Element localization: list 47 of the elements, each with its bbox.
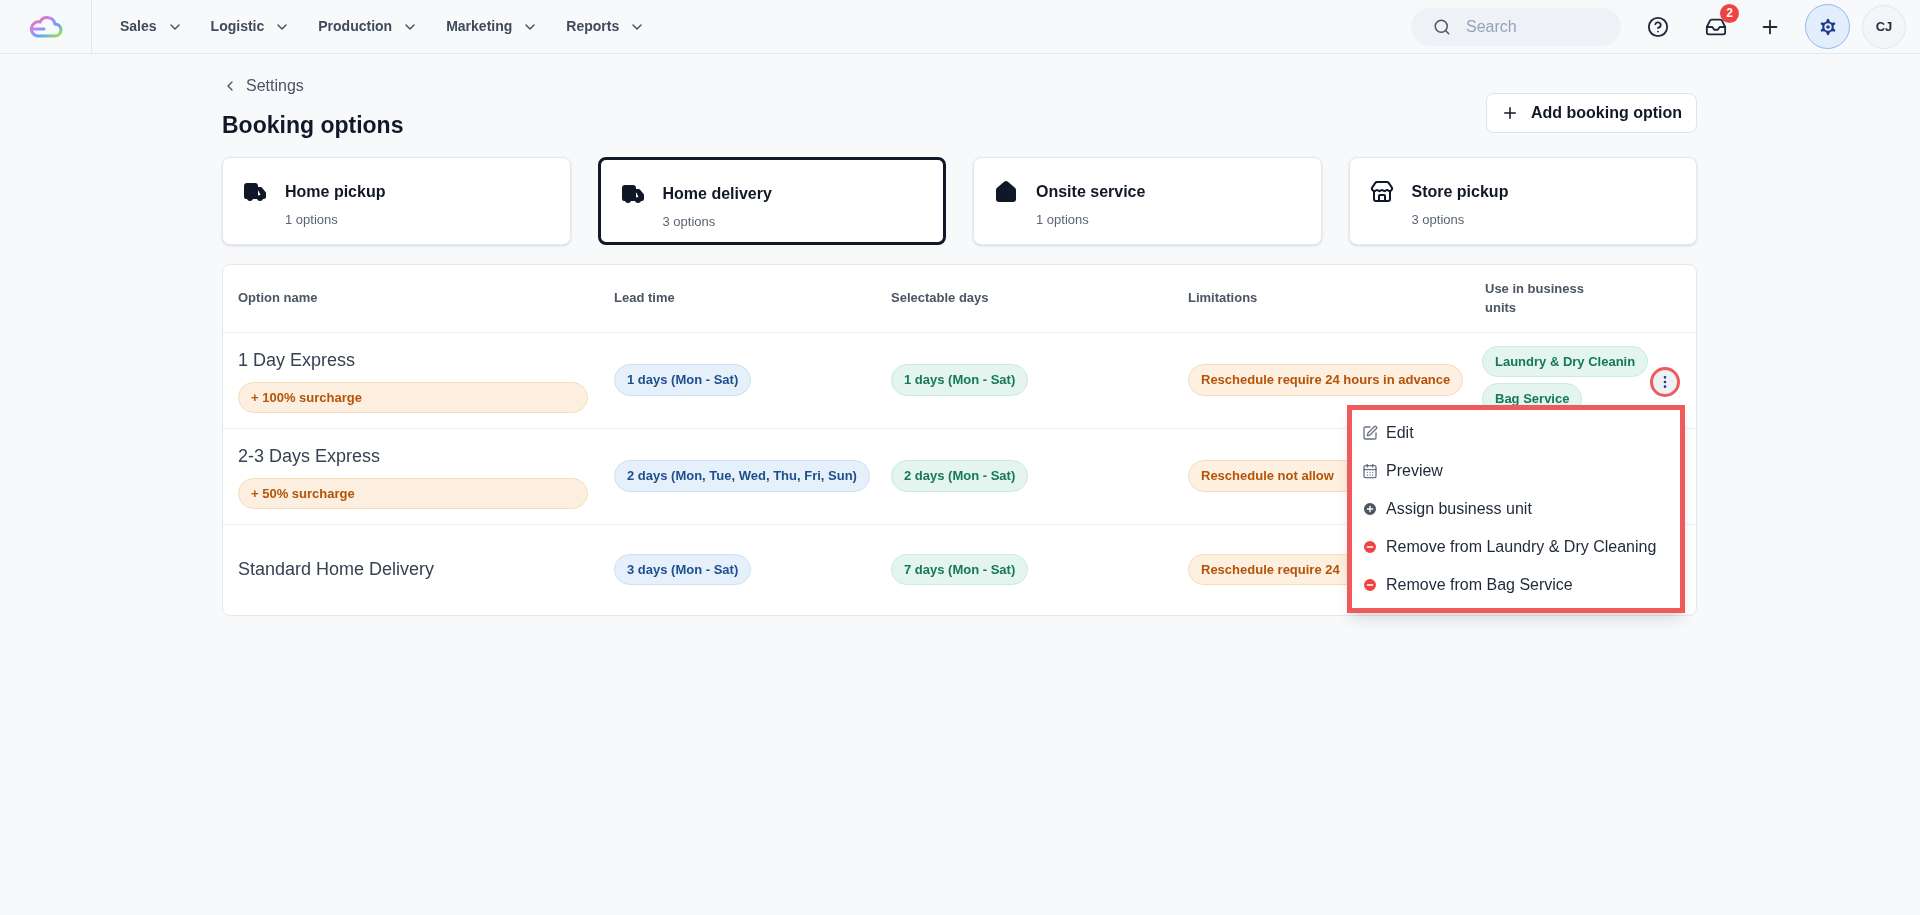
cloud-logo-icon[interactable] [27, 13, 64, 40]
search-icon [1433, 17, 1451, 36]
column-header: Lead time [613, 289, 676, 308]
selectable-days-tag: 7 days (Mon - Sat) [891, 553, 1029, 586]
menu-item[interactable]: Assign business unit [1352, 489, 1680, 528]
booking-type-card[interactable]: Onsite service 1 options [973, 156, 1322, 245]
column-header: Use in business units [1484, 279, 1585, 317]
lead-time-tag: 3 days (Mon - Sat) [614, 553, 752, 586]
booking-type-card[interactable]: Store pickup 3 options [1348, 156, 1697, 245]
user-avatar[interactable]: CJ [1862, 4, 1906, 49]
edit-icon [1362, 424, 1378, 441]
search-field[interactable]: Search [1411, 7, 1621, 46]
house-icon [994, 179, 1018, 204]
settings-button[interactable] [1805, 4, 1850, 49]
booking-type-card[interactable]: Home pickup 1 options [222, 156, 571, 245]
surcharge-tag: + 50% surcharge [238, 477, 588, 510]
page-title: Booking options [222, 111, 404, 140]
column-header: Selectable days [890, 289, 990, 308]
more-options-button[interactable] [1650, 366, 1680, 397]
store-icon [1369, 179, 1394, 204]
selectable-days-tag: 1 days (Mon - Sat) [891, 364, 1029, 396]
surcharge-tag: + 100% surcharge [238, 381, 588, 414]
calendar-icon [1362, 462, 1378, 479]
menu-item[interactable]: Edit [1352, 413, 1680, 452]
lead-time-tag: 1 days (Mon - Sat) [614, 364, 752, 396]
nav-menu[interactable]: Production [318, 16, 419, 37]
nav-menu[interactable]: Sales [120, 16, 183, 37]
nav-menu[interactable]: Logistic [210, 16, 291, 37]
business-unit-tag: Laundry & Dry Cleanin [1482, 345, 1649, 377]
plus-circle-icon [1362, 500, 1378, 517]
notification-badge: 2 [1720, 3, 1739, 23]
option-name: 2-3 Days Express [238, 444, 381, 468]
option-name: Standard Home Delivery [238, 558, 435, 581]
column-header: Limitations [1187, 289, 1259, 308]
booking-type-card[interactable]: Home delivery 3 options [597, 156, 946, 245]
minus-circle-icon [1362, 538, 1378, 555]
limitation-tag: Reschedule require 24 hours in advance [1188, 364, 1464, 396]
nav-menu[interactable]: Reports [566, 16, 646, 37]
back-link[interactable]: Settings [222, 74, 404, 98]
minus-circle-icon [1362, 576, 1378, 593]
selectable-days-tag: 2 days (Mon - Sat) [891, 460, 1029, 492]
nav-menu[interactable]: Marketing [446, 16, 539, 37]
add-booking-option-button[interactable]: Add booking option [1485, 92, 1697, 133]
column-header: Option name [237, 289, 319, 308]
option-name: 1 Day Express [238, 348, 356, 372]
lead-time-tag: 2 days (Mon, Tue, Wed, Thu, Fri, Sun) [614, 460, 870, 492]
help-icon[interactable] [1647, 15, 1669, 38]
